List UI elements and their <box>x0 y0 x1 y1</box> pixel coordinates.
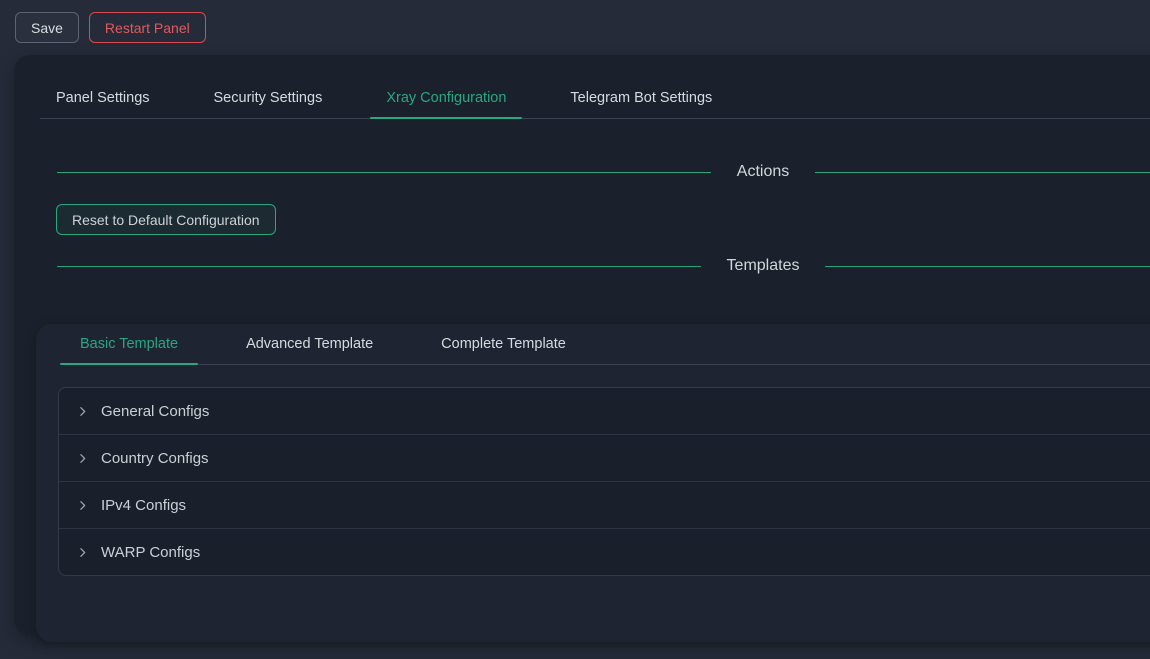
chevron-right-icon <box>76 546 89 559</box>
accordion-item-label: IPv4 Configs <box>101 497 186 514</box>
top-toolbar: Save Restart Panel <box>15 12 206 43</box>
restart-panel-button[interactable]: Restart Panel <box>89 12 206 43</box>
templates-divider: Templates <box>57 257 1150 275</box>
tab-telegram-bot-settings[interactable]: Telegram Bot Settings <box>554 78 728 118</box>
tab-security-settings[interactable]: Security Settings <box>198 78 339 118</box>
divider-line <box>815 172 1150 173</box>
settings-tabbar: Panel Settings Security Settings Xray Co… <box>40 78 1150 119</box>
divider-line <box>57 172 711 173</box>
tab-xray-configuration[interactable]: Xray Configuration <box>370 78 522 118</box>
settings-card: Panel Settings Security Settings Xray Co… <box>14 55 1150 635</box>
templates-card: Basic Template Advanced Template Complet… <box>36 324 1150 642</box>
save-button[interactable]: Save <box>15 12 79 43</box>
templates-divider-label: Templates <box>727 257 800 275</box>
template-tabbar: Basic Template Advanced Template Complet… <box>60 324 1150 365</box>
actions-divider: Actions <box>57 163 1150 181</box>
chevron-right-icon <box>76 499 89 512</box>
tab-basic-template[interactable]: Basic Template <box>60 324 198 364</box>
divider-line <box>57 266 701 267</box>
accordion-item-country-configs[interactable]: Country Configs <box>59 434 1150 481</box>
chevron-right-icon <box>76 452 89 465</box>
chevron-right-icon <box>76 405 89 418</box>
configs-accordion: General Configs Country Configs IPv4 Con… <box>58 387 1150 576</box>
accordion-item-ipv4-configs[interactable]: IPv4 Configs <box>59 481 1150 528</box>
accordion-item-general-configs[interactable]: General Configs <box>59 388 1150 434</box>
tab-advanced-template[interactable]: Advanced Template <box>226 324 393 364</box>
tab-panel-settings[interactable]: Panel Settings <box>40 78 166 118</box>
accordion-item-warp-configs[interactable]: WARP Configs <box>59 528 1150 575</box>
actions-divider-label: Actions <box>737 163 789 181</box>
tab-complete-template[interactable]: Complete Template <box>421 324 586 364</box>
accordion-item-label: WARP Configs <box>101 544 200 561</box>
divider-line <box>825 266 1150 267</box>
accordion-item-label: Country Configs <box>101 450 209 467</box>
reset-default-configuration-button[interactable]: Reset to Default Configuration <box>56 204 276 235</box>
accordion-item-label: General Configs <box>101 403 209 420</box>
